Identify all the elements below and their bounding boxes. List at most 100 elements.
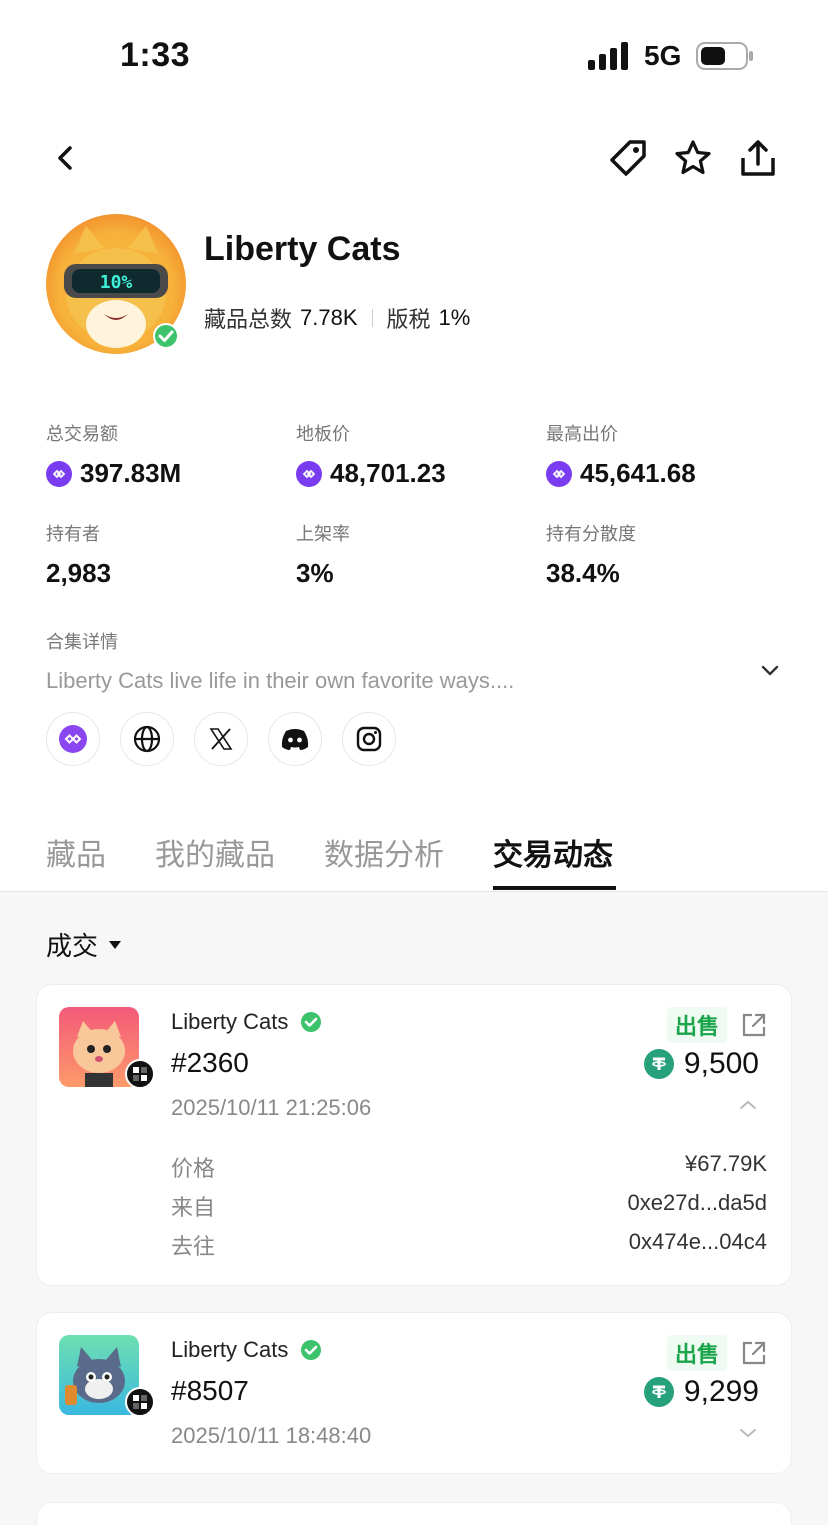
trade-price: 9,500 (643, 1047, 759, 1081)
stat-value-row: 48,701.23 (296, 458, 536, 489)
nav-bar (0, 130, 828, 186)
trade-price-value: 9,299 (683, 1375, 759, 1408)
detail-row-price: 价格 ¥67.79K (171, 1151, 767, 1183)
trade-type: 出售 (666, 1335, 767, 1371)
network-label: 5G (644, 40, 682, 71)
tab-activity[interactable]: 交易动态 (493, 830, 613, 874)
stat-value: 48,701.23 (330, 458, 446, 488)
stat-value: 397.83M (80, 458, 182, 488)
external-link-icon[interactable] (741, 1012, 767, 1038)
stat-floor-price: 地板价 48,701.23 (296, 420, 536, 489)
chevron-up-icon[interactable] (739, 1099, 757, 1111)
tab-collectibles[interactable]: 藏品 (46, 830, 106, 874)
collection-meta: 藏品总数 7.78K 版税 1% (204, 302, 470, 334)
detail-row-to: 去往 0x474e...04c4 (171, 1229, 767, 1261)
chain-badge-icon (125, 1387, 155, 1417)
trade-collection-name: Liberty Cats (171, 1337, 289, 1362)
trade-time: 2025/10/11 18:48:40 (171, 1423, 372, 1448)
stat-value: 45,641.68 (580, 458, 696, 488)
chevron-down-icon[interactable] (739, 1427, 757, 1439)
social-links (46, 712, 396, 766)
signal-icon (588, 42, 628, 70)
trade-collection: Liberty Cats (171, 1337, 322, 1363)
trade-card[interactable]: Liberty Cats #8507 2025/10/11 18:48:40 出… (36, 1312, 792, 1474)
collection-name: Liberty Cats (204, 230, 401, 268)
tab-bar: 藏品 我的藏品 数据分析 交易动态 (0, 820, 828, 892)
detail-key: 价格 (171, 1156, 216, 1181)
trade-collection-name: Liberty Cats (171, 1009, 289, 1034)
chain-badge-icon (125, 1059, 155, 1089)
trade-price: 9,299 (643, 1375, 759, 1409)
star-icon[interactable] (671, 136, 715, 180)
trade-type: 出售 (666, 1007, 767, 1043)
stat-value: 2,983 (46, 558, 112, 588)
details-text: Liberty Cats live life in their own favo… (46, 668, 515, 693)
detail-key: 来自 (171, 1195, 216, 1220)
collection-details[interactable]: 合集详情 Liberty Cats live life in their own… (46, 628, 786, 694)
polygon-coin-icon (46, 460, 72, 487)
usdt-icon (643, 1049, 674, 1079)
verified-icon (301, 1012, 322, 1032)
verified-icon (153, 323, 179, 349)
stat-value-row: 45,641.68 (546, 458, 786, 489)
verified-icon (301, 1340, 322, 1360)
stat-value-row: 397.83M (46, 458, 286, 489)
status-bar: 1:33 5G (0, 0, 828, 110)
stat-listed-rate: 上架率 3% (296, 520, 536, 589)
token-id: #2360 (171, 1047, 249, 1078)
divider (371, 309, 373, 327)
tag-icon[interactable] (606, 136, 650, 180)
stat-label: 持有者 (46, 524, 100, 544)
trade-type-label: 出售 (666, 1335, 727, 1371)
stat-top-bid: 最高出价 45,641.68 (546, 420, 786, 489)
trade-time: 2025/10/11 21:25:06 (171, 1095, 372, 1120)
caret-down-icon (109, 940, 122, 949)
detail-value: ¥67.79K (685, 1151, 767, 1176)
stat-label: 地板价 (296, 424, 350, 444)
stat-volume: 总交易额 397.83M (46, 420, 286, 489)
globe-icon[interactable] (120, 712, 174, 766)
external-link-icon[interactable] (741, 1340, 767, 1366)
stat-label: 总交易额 (46, 424, 118, 444)
royalty-label: 版税 (386, 307, 431, 332)
instagram-icon[interactable] (342, 712, 396, 766)
detail-key: 去往 (171, 1234, 216, 1259)
polygon-coin-icon (546, 460, 572, 487)
back-icon[interactable] (44, 136, 88, 180)
trade-card[interactable]: Liberty Cats #2360 2025/10/11 21:25:06 出… (36, 984, 792, 1286)
discord-icon[interactable] (268, 712, 322, 766)
tab-analytics[interactable]: 数据分析 (324, 830, 444, 874)
trade-type-label: 出售 (666, 1007, 727, 1043)
trade-price-value: 9,500 (683, 1047, 759, 1080)
polygon-coin-icon (296, 460, 322, 487)
share-icon[interactable] (736, 136, 780, 180)
royalty-value: 1% (438, 305, 471, 330)
battery-icon (696, 42, 753, 70)
usdt-icon (643, 1377, 674, 1407)
total-value: 7.78K (300, 305, 358, 330)
filter-dropdown[interactable]: 成交 (46, 926, 122, 963)
detail-value[interactable]: 0x474e...04c4 (629, 1229, 767, 1261)
stat-value: 38.4% (546, 558, 620, 588)
token-id: #8507 (171, 1375, 249, 1406)
stat-distribution: 持有分散度 38.4% (546, 520, 786, 589)
collection-header: 10% Liberty Cats 藏品总数 7.78K 版税 1% (46, 214, 786, 354)
stat-label: 持有分散度 (546, 524, 636, 544)
x-icon[interactable] (194, 712, 248, 766)
active-tab-indicator (493, 886, 616, 890)
stat-label: 上架率 (296, 524, 350, 544)
svg-text:10%: 10% (100, 272, 133, 293)
stat-label: 最高出价 (546, 424, 618, 444)
status-time: 1:33 (120, 36, 191, 74)
trade-card[interactable] (36, 1502, 792, 1525)
stat-holders: 持有者 2,983 (46, 520, 286, 589)
tab-my-collectibles[interactable]: 我的藏品 (155, 830, 275, 874)
filter-label: 成交 (46, 931, 99, 961)
detail-row-from: 来自 0xe27d...da5d (171, 1190, 767, 1222)
polygon-icon[interactable] (46, 712, 100, 766)
trade-collection: Liberty Cats (171, 1009, 322, 1035)
stat-value: 3% (296, 558, 334, 588)
detail-value[interactable]: 0xe27d...da5d (628, 1190, 767, 1222)
chevron-down-icon[interactable] (760, 664, 780, 678)
total-label: 藏品总数 (204, 307, 293, 332)
